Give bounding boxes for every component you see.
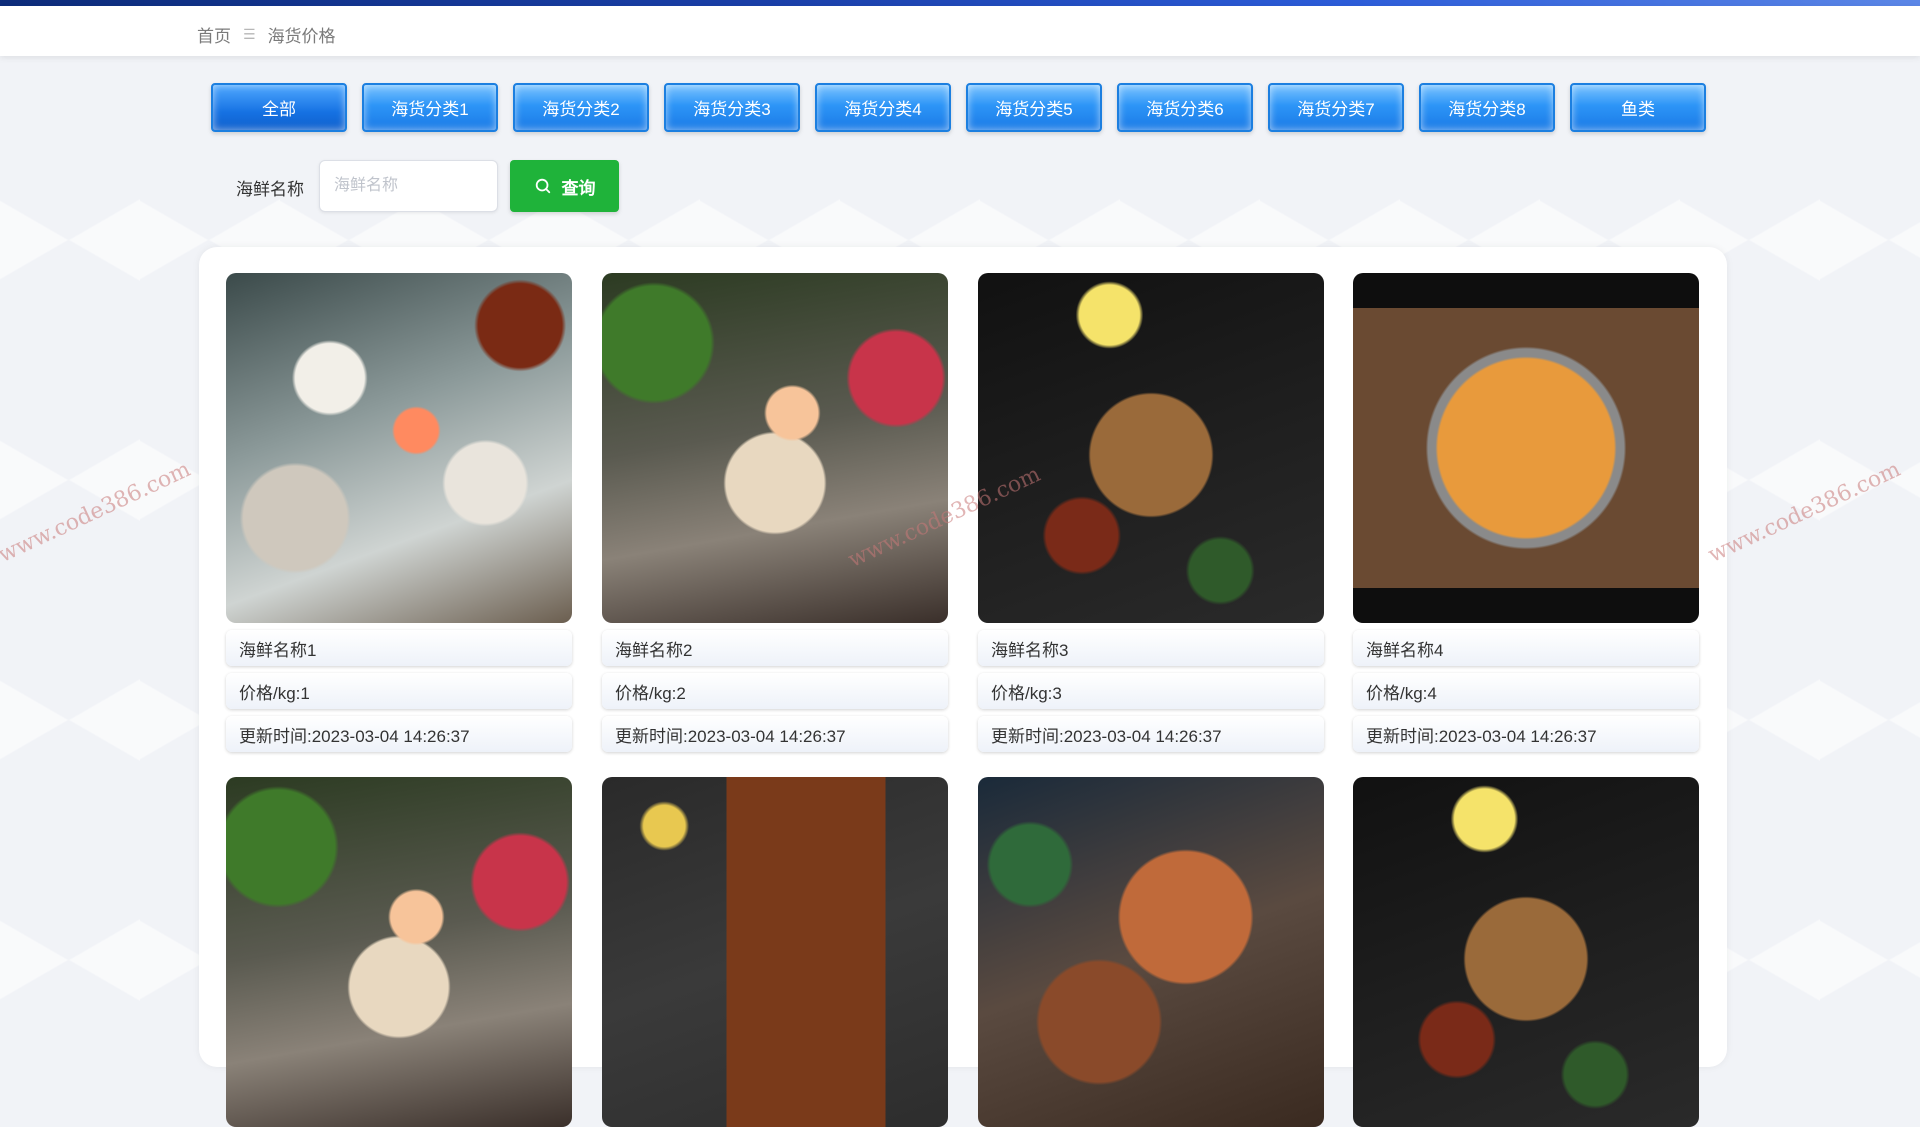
product-image[interactable] (602, 273, 948, 623)
product-image[interactable] (978, 273, 1324, 623)
product-image[interactable] (1353, 273, 1699, 623)
breadcrumb: 首页 ☰ 海货价格 (197, 22, 336, 47)
category-button-4[interactable]: 海货分类4 (815, 83, 951, 132)
search-icon (535, 178, 550, 194)
product-name: 海鲜名称2 (602, 630, 948, 666)
product-image[interactable] (226, 777, 572, 1127)
search-label: 海鲜名称 (236, 180, 304, 199)
category-button-6[interactable]: 海货分类6 (1117, 83, 1253, 132)
category-button-3[interactable]: 海货分类3 (664, 83, 800, 132)
category-button-all[interactable]: 全部 (211, 83, 347, 132)
category-tabs: 全部 海货分类1 海货分类2 海货分类3 海货分类4 海货分类5 海货分类6 海… (211, 83, 1706, 132)
category-button-5[interactable]: 海货分类5 (966, 83, 1102, 132)
product-card[interactable]: 海鲜名称3 价格/kg:3 更新时间:2023-03-04 14:26:37 (978, 273, 1324, 752)
product-card[interactable] (1353, 777, 1699, 1127)
product-price: 价格/kg:4 (1353, 673, 1699, 709)
product-updated-time: 更新时间:2023-03-04 14:26:37 (226, 716, 572, 752)
product-card[interactable]: 海鲜名称1 价格/kg:1 更新时间:2023-03-04 14:26:37 (226, 273, 572, 752)
category-button-1[interactable]: 海货分类1 (362, 83, 498, 132)
category-button-fish[interactable]: 鱼类 (1570, 83, 1706, 132)
product-name: 海鲜名称4 (1353, 630, 1699, 666)
breadcrumb-bar: 首页 ☰ 海货价格 (0, 6, 1920, 56)
product-updated-time: 更新时间:2023-03-04 14:26:37 (1353, 716, 1699, 752)
product-updated-time: 更新时间:2023-03-04 14:26:37 (602, 716, 948, 752)
product-price: 价格/kg:2 (602, 673, 948, 709)
category-button-7[interactable]: 海货分类7 (1268, 83, 1404, 132)
product-card[interactable]: 海鲜名称2 价格/kg:2 更新时间:2023-03-04 14:26:37 (602, 273, 948, 752)
watermark: www.code386.com (1704, 457, 1905, 568)
product-name: 海鲜名称3 (978, 630, 1324, 666)
query-button-label: 查询 (561, 178, 596, 198)
product-card[interactable] (602, 777, 948, 1127)
product-card[interactable] (978, 777, 1324, 1127)
product-card[interactable]: 海鲜名称4 价格/kg:4 更新时间:2023-03-04 14:26:37 (1353, 273, 1699, 752)
product-image[interactable] (602, 777, 948, 1127)
product-name: 海鲜名称1 (226, 630, 572, 666)
product-image[interactable] (226, 273, 572, 623)
product-image[interactable] (1353, 777, 1699, 1127)
product-panel: 海鲜名称1 价格/kg:1 更新时间:2023-03-04 14:26:37 海… (199, 247, 1727, 1127)
category-button-8[interactable]: 海货分类8 (1419, 83, 1555, 132)
breadcrumb-separator-icon: ☰ (243, 26, 256, 42)
query-button[interactable]: 查询 (510, 160, 619, 212)
product-updated-time: 更新时间:2023-03-04 14:26:37 (978, 716, 1324, 752)
product-image[interactable] (978, 777, 1324, 1127)
breadcrumb-current: 海货价格 (267, 27, 336, 46)
category-button-2[interactable]: 海货分类2 (513, 83, 649, 132)
search-input[interactable] (319, 160, 498, 212)
product-price: 价格/kg:1 (226, 673, 572, 709)
breadcrumb-home[interactable]: 首页 (197, 22, 231, 47)
watermark: www.code386.com (0, 457, 195, 568)
product-card[interactable] (226, 777, 572, 1127)
product-price: 价格/kg:3 (978, 673, 1324, 709)
